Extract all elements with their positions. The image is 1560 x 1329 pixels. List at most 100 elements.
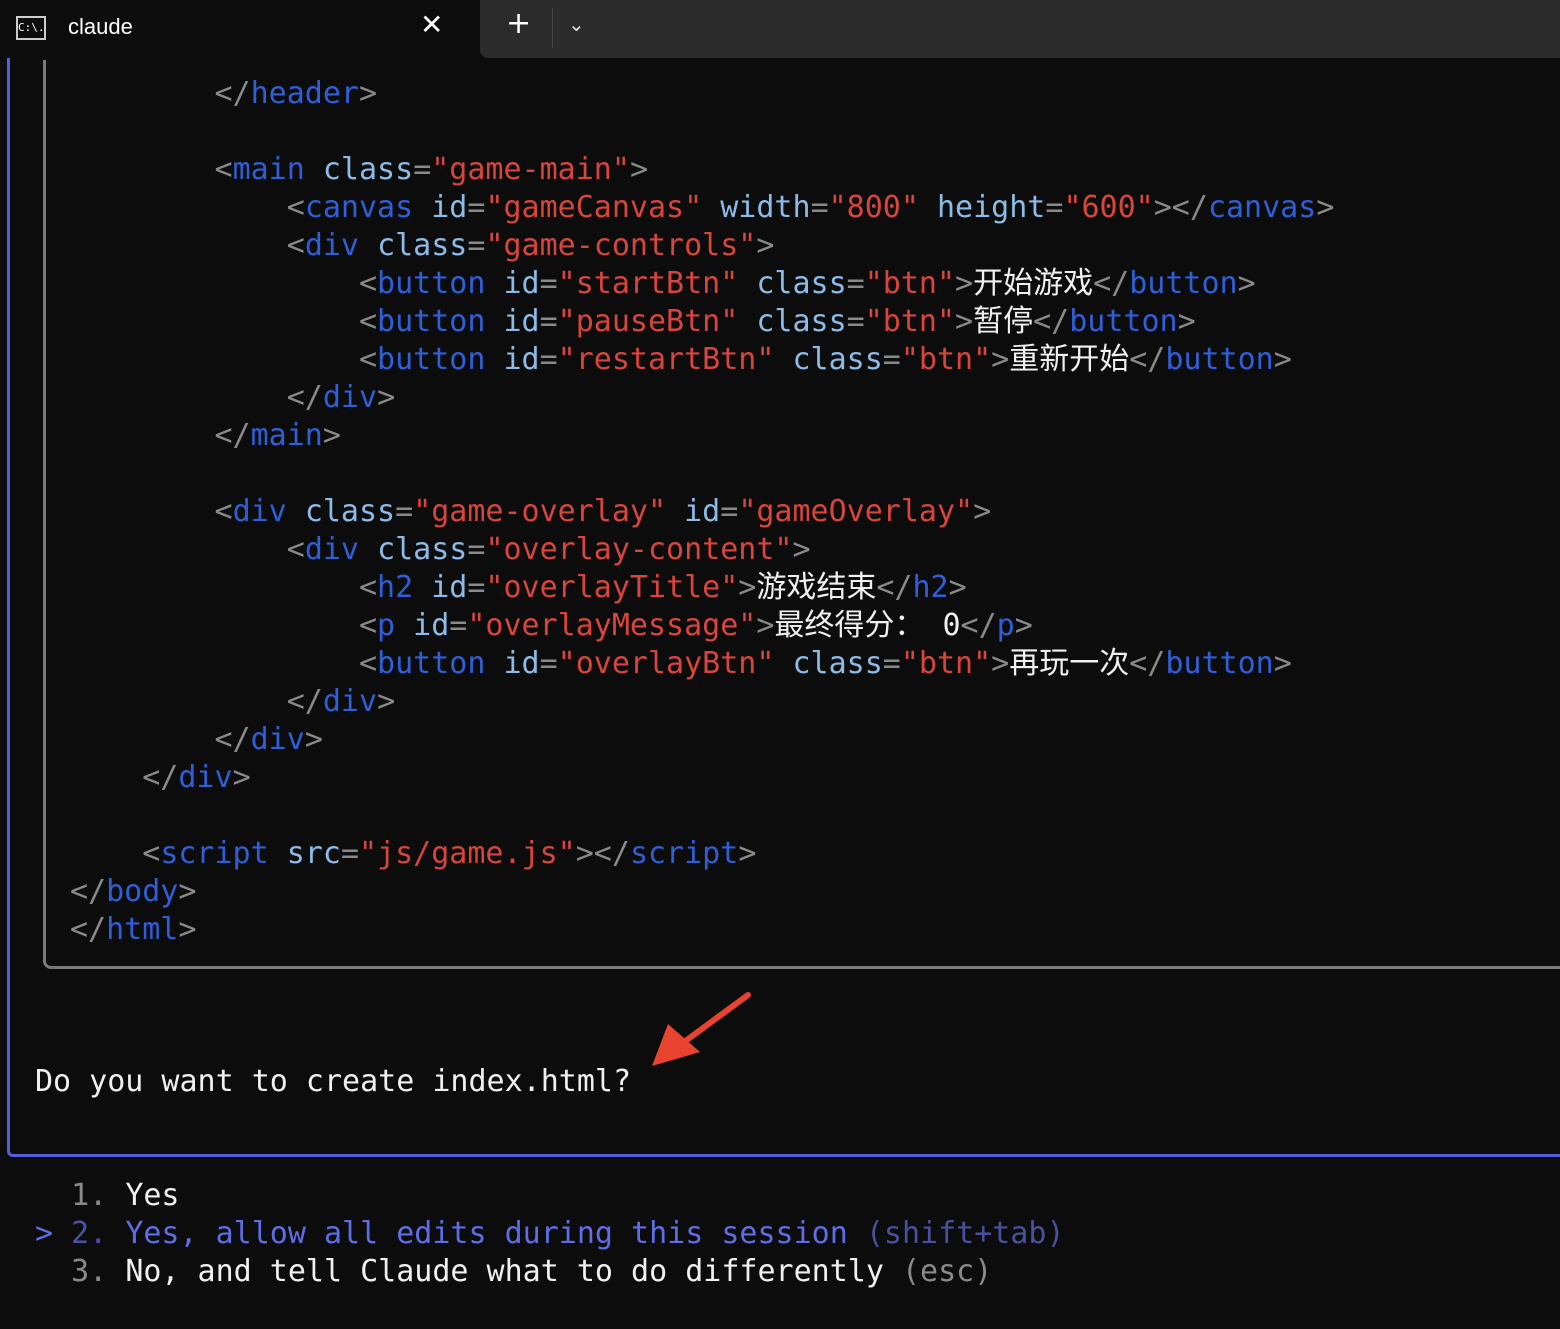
code-token-punctuation: < bbox=[70, 494, 233, 529]
code-token-punctuation: > bbox=[629, 152, 648, 187]
code-line: <div class="overlay-content"> bbox=[70, 531, 1334, 569]
code-token-punctuation: ></ bbox=[575, 836, 630, 871]
option-shortcut-hint: (shift+tab) bbox=[865, 1216, 1065, 1251]
code-token-punctuation: < bbox=[70, 836, 161, 871]
code-token-tag-name: canvas bbox=[304, 190, 414, 225]
code-token-attribute-value: "600" bbox=[1063, 190, 1154, 225]
terminal-icon: C:\. bbox=[16, 16, 46, 40]
code-token-punctuation: = bbox=[340, 836, 359, 871]
code-token-punctuation: </ bbox=[70, 760, 179, 795]
code-token-attribute-name: class bbox=[322, 152, 414, 187]
code-token-attribute-name: id bbox=[503, 646, 540, 681]
code-token-punctuation: > bbox=[756, 608, 775, 643]
selection-cursor: > bbox=[35, 1216, 54, 1251]
code-line: <main class="game-main"> bbox=[70, 151, 1334, 189]
code-token-tag-name: main bbox=[232, 152, 305, 187]
tab-claude[interactable]: C:\. claude ✕ bbox=[0, 0, 478, 58]
code-line: </header> bbox=[70, 75, 1334, 113]
code-token-punctuation: = bbox=[810, 190, 829, 225]
code-line: </body> bbox=[70, 873, 1334, 911]
code-token-punctuation: </ bbox=[960, 608, 997, 643]
code-token-tag-name: main bbox=[250, 418, 323, 453]
option-label: No, and tell Claude what to do different… bbox=[125, 1254, 884, 1289]
code-token-punctuation: = bbox=[449, 608, 468, 643]
prompt-option-1[interactable]: 1. Yes bbox=[35, 1177, 1065, 1215]
code-line: <button id="overlayBtn" class="btn">再玩一次… bbox=[70, 645, 1334, 683]
code-token-attribute-value: "gameOverlay" bbox=[738, 494, 974, 529]
code-token-punctuation: = bbox=[882, 342, 901, 377]
code-line: <div class="game-overlay" id="gameOverla… bbox=[70, 493, 1334, 531]
code-token-attribute-value: "gameCanvas" bbox=[485, 190, 703, 225]
code-token-punctuation: </ bbox=[70, 722, 251, 757]
code-token-attribute-value: "overlayMessage" bbox=[467, 608, 757, 643]
code-line: </div> bbox=[70, 759, 1334, 797]
code-token-tag-name: button bbox=[1165, 646, 1274, 681]
code-token-punctuation: > bbox=[738, 836, 757, 871]
code-token-attribute-name: id bbox=[413, 608, 450, 643]
option-shortcut-hint: (esc) bbox=[901, 1254, 993, 1289]
code-preview: </header> <main class="game-main"> < canv… bbox=[70, 75, 1334, 949]
code-token-attribute-value: "btn" bbox=[900, 646, 992, 681]
code-line: </html> bbox=[70, 911, 1334, 949]
code-token-punctuation: < bbox=[70, 646, 378, 681]
code-token-attribute-value: "restartBtn" bbox=[557, 342, 775, 377]
code-token-punctuation: > bbox=[792, 532, 811, 567]
code-token-attribute-name: class bbox=[304, 494, 396, 529]
code-token-text: 开始游戏 bbox=[973, 266, 1094, 301]
code-token-punctuation: </ bbox=[70, 684, 323, 719]
code-token-punctuation: > bbox=[1316, 190, 1335, 225]
code-token-punctuation: = bbox=[1045, 190, 1064, 225]
code-token-punctuation: > bbox=[1177, 304, 1196, 339]
code-token-attribute-name: id bbox=[431, 570, 468, 605]
code-token-text: 游戏结束 bbox=[756, 570, 877, 605]
code-token-attribute-value: "game-controls" bbox=[485, 228, 757, 263]
prompt-option-2[interactable]: > 2. Yes, allow all edits during this se… bbox=[35, 1215, 1065, 1253]
code-token-punctuation: > bbox=[738, 570, 757, 605]
code-token-punctuation: > bbox=[359, 76, 378, 111]
new-tab-button[interactable]: + bbox=[506, 6, 531, 41]
code-token-punctuation: > bbox=[1014, 608, 1033, 643]
code-token-punctuation: = bbox=[846, 266, 865, 301]
code-token-punctuation: = bbox=[882, 646, 901, 681]
code-token-punctuation: > bbox=[1237, 266, 1256, 301]
code-token-attribute-name: class bbox=[756, 304, 847, 339]
code-token-punctuation: = bbox=[467, 532, 486, 567]
code-token-tag-name: div bbox=[250, 722, 305, 757]
code-token-attribute-name: width bbox=[720, 190, 811, 225]
code-line: <button id="restartBtn" class="btn">重新开始… bbox=[70, 341, 1334, 379]
code-token-punctuation: = bbox=[539, 342, 558, 377]
code-token-punctuation: > bbox=[377, 684, 396, 719]
code-token-attribute-value: "game-overlay" bbox=[413, 494, 667, 529]
code-token-punctuation: </ bbox=[876, 570, 913, 605]
code-token-attribute-name: id bbox=[431, 190, 468, 225]
code-token-attribute-name: class bbox=[792, 646, 883, 681]
chevron-down-icon[interactable]: ⌄ bbox=[568, 12, 585, 36]
code-token-tag-name: script bbox=[160, 836, 269, 871]
code-token-punctuation: > bbox=[322, 418, 341, 453]
code-token-attribute-name: id bbox=[684, 494, 721, 529]
code-token-tag-name: body bbox=[106, 874, 179, 909]
code-token-text: 再玩一次 bbox=[1009, 646, 1130, 681]
code-token-punctuation: </ bbox=[1129, 342, 1166, 377]
code-line: <button id="pauseBtn" class="btn">暂停</bu… bbox=[70, 303, 1334, 341]
code-token-tag-name: button bbox=[1069, 304, 1178, 339]
code-token-text: 暂停 bbox=[973, 304, 1034, 339]
code-token-punctuation: > bbox=[955, 304, 974, 339]
close-tab-icon[interactable]: ✕ bbox=[420, 8, 443, 41]
prompt-option-3[interactable]: 3. No, and tell Claude what to do differ… bbox=[35, 1253, 1065, 1291]
code-token-tag-name: button bbox=[377, 646, 486, 681]
code-token-punctuation: = bbox=[539, 266, 558, 301]
code-token-tag-name: div bbox=[304, 228, 359, 263]
code-token-tag-name: h2 bbox=[377, 570, 414, 605]
code-token-punctuation: > bbox=[1273, 646, 1292, 681]
code-token-tag-name: button bbox=[1165, 342, 1274, 377]
code-token-punctuation: = bbox=[413, 152, 432, 187]
